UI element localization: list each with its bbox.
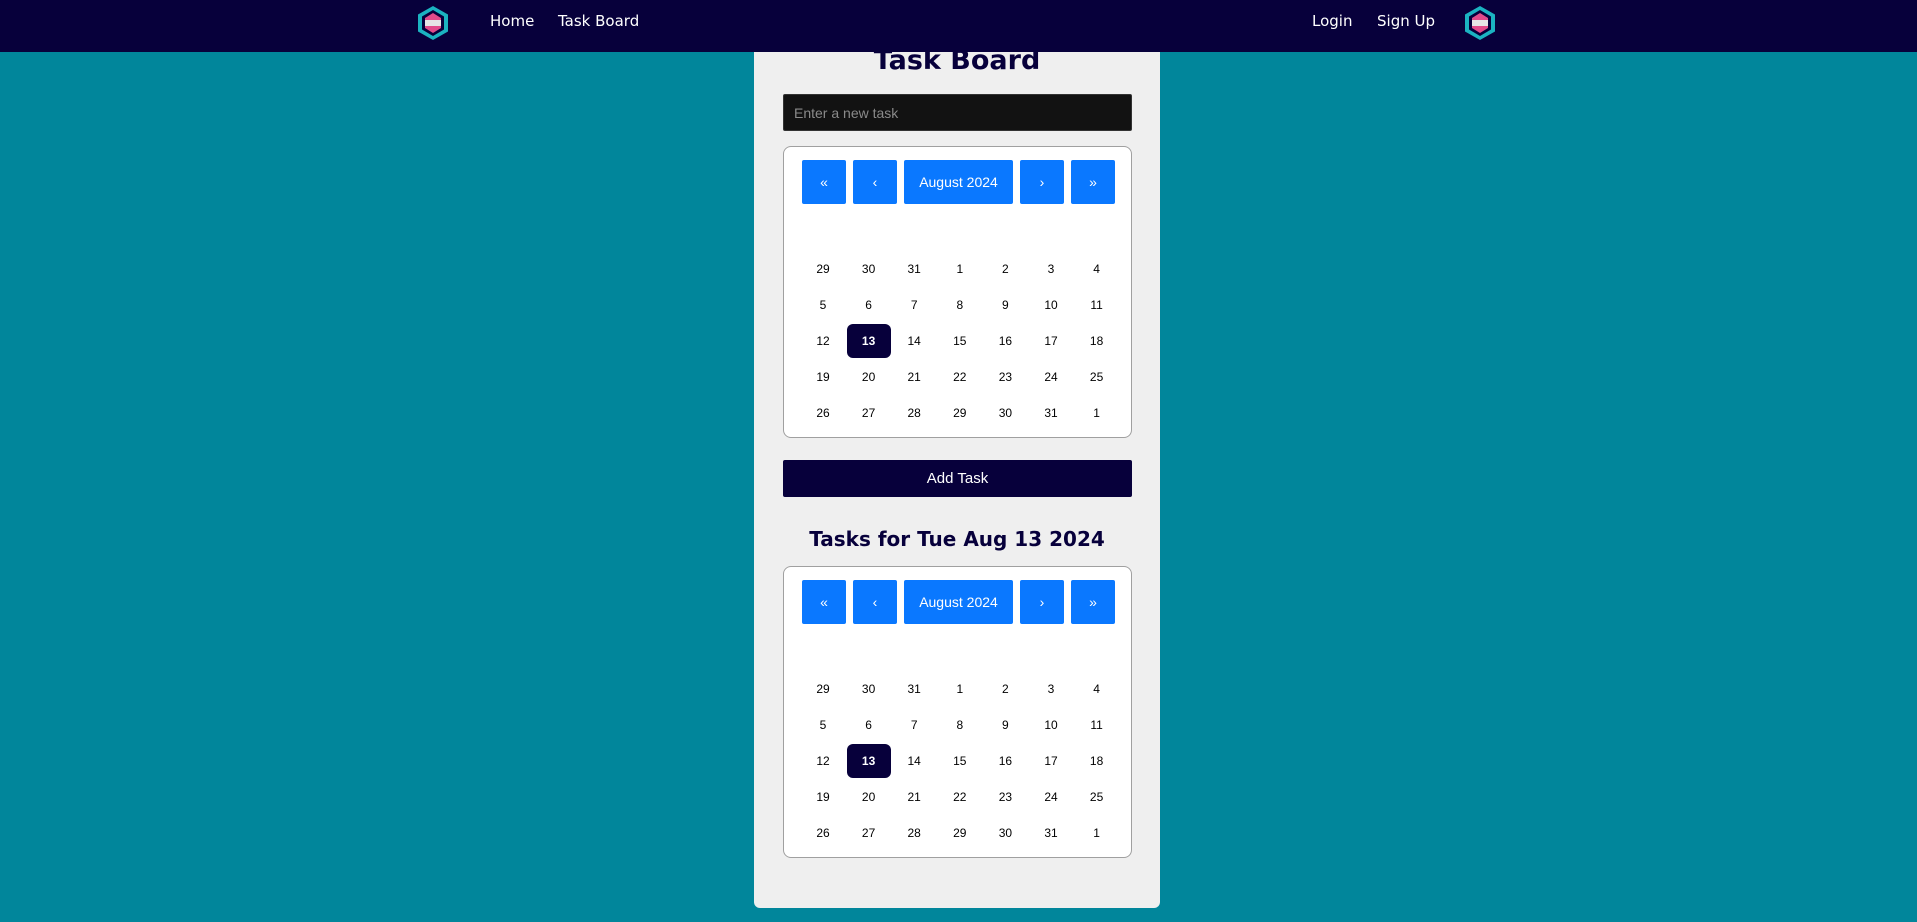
calendar-day[interactable]: 30 xyxy=(983,816,1027,850)
date-picker-calendar: « ‹ August 2024 › » 29 30 31 1 2 3 4 5 6 7 8 9 10 11 1… xyxy=(783,146,1132,438)
calendar-last-button[interactable]: » xyxy=(1071,580,1115,624)
calendar-day[interactable]: 15 xyxy=(938,744,982,778)
calendar-day[interactable]: 28 xyxy=(892,816,936,850)
calendar-day[interactable]: 25 xyxy=(1075,360,1119,394)
calendar-prev-button[interactable]: ‹ xyxy=(853,580,897,624)
calendar-day[interactable]: 17 xyxy=(1029,744,1073,778)
calendar-day[interactable]: 9 xyxy=(983,288,1027,322)
calendar-day[interactable]: 29 xyxy=(938,396,982,430)
calendar-day[interactable]: 19 xyxy=(801,360,845,394)
calendar-day[interactable]: 31 xyxy=(892,252,936,286)
calendar-day[interactable]: 27 xyxy=(847,816,891,850)
calendar-day[interactable]: 21 xyxy=(892,360,936,394)
calendar-day[interactable]: 22 xyxy=(938,360,982,394)
calendar-day[interactable]: 29 xyxy=(938,816,982,850)
logo-icon[interactable] xyxy=(1464,5,1496,41)
calendar-day[interactable]: 29 xyxy=(801,252,845,286)
calendar-month-label-button[interactable]: August 2024 xyxy=(904,580,1013,624)
calendar-day-selected[interactable]: 13 xyxy=(846,324,891,358)
calendar-day[interactable]: 4 xyxy=(1075,672,1119,706)
calendar-day[interactable]: 24 xyxy=(1029,780,1073,814)
calendar-day[interactable]: 31 xyxy=(1029,816,1073,850)
calendar-day[interactable]: 6 xyxy=(847,288,891,322)
calendar-day[interactable]: 2 xyxy=(983,672,1027,706)
calendar-day[interactable]: 9 xyxy=(983,708,1027,742)
calendar-day[interactable]: 12 xyxy=(801,744,845,778)
nav-task-board-link[interactable]: Task Board xyxy=(558,12,639,30)
task-board-panel: Task Board « ‹ August 2024 › » 293031123… xyxy=(754,40,1160,908)
navbar: Home Task Board Login Sign Up xyxy=(0,0,1917,52)
calendar-day[interactable]: 14 xyxy=(892,324,936,358)
calendar-day[interactable]: 17 xyxy=(1029,324,1073,358)
calendar-day[interactable]: 8 xyxy=(938,288,982,322)
calendar-day[interactable]: 5 xyxy=(801,708,845,742)
logo-icon[interactable] xyxy=(417,5,449,41)
calendar-day[interactable]: 18 xyxy=(1075,744,1119,778)
calendar-day[interactable]: 1 xyxy=(938,252,982,286)
calendar-day-selected[interactable]: 13 xyxy=(846,744,891,778)
calendar-next-button[interactable]: › xyxy=(1020,580,1064,624)
calendar-day[interactable]: 29 xyxy=(801,672,845,706)
calendar-day[interactable]: 11 xyxy=(1075,708,1119,742)
calendar-day[interactable]: 21 xyxy=(892,780,936,814)
calendar-day[interactable]: 28 xyxy=(892,396,936,430)
calendar-day[interactable]: 23 xyxy=(983,360,1027,394)
calendar-day[interactable]: 4 xyxy=(1075,252,1119,286)
calendar-next-button[interactable]: › xyxy=(1020,160,1064,204)
calendar-day[interactable]: 26 xyxy=(801,396,845,430)
calendar-day[interactable]: 2 xyxy=(983,252,1027,286)
calendar-day[interactable]: 10 xyxy=(1029,288,1073,322)
calendar-day[interactable]: 26 xyxy=(801,816,845,850)
calendar-day[interactable]: 8 xyxy=(938,708,982,742)
calendar-day[interactable]: 27 xyxy=(847,396,891,430)
calendar-day[interactable]: 18 xyxy=(1075,324,1119,358)
calendar-day[interactable]: 16 xyxy=(983,324,1027,358)
calendar-day[interactable]: 30 xyxy=(847,252,891,286)
calendar-day[interactable]: 7 xyxy=(892,288,936,322)
calendar-day[interactable]: 12 xyxy=(801,324,845,358)
new-task-input[interactable] xyxy=(783,94,1132,131)
calendar-day[interactable]: 31 xyxy=(1029,396,1073,430)
calendar-day[interactable]: 30 xyxy=(847,672,891,706)
calendar-day[interactable]: 19 xyxy=(801,780,845,814)
calendar-day[interactable]: 22 xyxy=(938,780,982,814)
calendar-day[interactable]: 31 xyxy=(892,672,936,706)
calendar-day[interactable]: 25 xyxy=(1075,780,1119,814)
nav-sign-up-link[interactable]: Sign Up xyxy=(1377,12,1435,30)
add-task-button[interactable]: Add Task xyxy=(783,460,1132,497)
calendar-day[interactable]: 24 xyxy=(1029,360,1073,394)
calendar-first-button[interactable]: « xyxy=(802,160,846,204)
calendar-day[interactable]: 1 xyxy=(1075,816,1119,850)
calendar-day[interactable]: 11 xyxy=(1075,288,1119,322)
calendar-prev-button[interactable]: ‹ xyxy=(853,160,897,204)
calendar-day[interactable]: 23 xyxy=(983,780,1027,814)
calendar-day[interactable]: 16 xyxy=(983,744,1027,778)
calendar-day[interactable]: 20 xyxy=(847,780,891,814)
calendar-day[interactable]: 14 xyxy=(892,744,936,778)
nav-home-link[interactable]: Home xyxy=(490,12,534,30)
calendar-day[interactable]: 6 xyxy=(847,708,891,742)
calendar-day[interactable]: 7 xyxy=(892,708,936,742)
calendar-day[interactable]: 3 xyxy=(1029,252,1073,286)
calendar-day[interactable]: 1 xyxy=(1075,396,1119,430)
calendar-day[interactable]: 20 xyxy=(847,360,891,394)
calendar-day[interactable]: 15 xyxy=(938,324,982,358)
nav-login-link[interactable]: Login xyxy=(1312,12,1352,30)
calendar-day[interactable]: 1 xyxy=(938,672,982,706)
calendar-month-label-button[interactable]: August 2024 xyxy=(904,160,1013,204)
calendar-day[interactable]: 30 xyxy=(983,396,1027,430)
calendar-day[interactable]: 5 xyxy=(801,288,845,322)
calendar-first-button[interactable]: « xyxy=(802,580,846,624)
calendar-day[interactable]: 10 xyxy=(1029,708,1073,742)
tasks-heading: Tasks for Tue Aug 13 2024 xyxy=(809,527,1105,551)
calendar-day[interactable]: 3 xyxy=(1029,672,1073,706)
tasks-calendar: « ‹ August 2024 › » 29 30 31 1 2 3 4 5 6 7 8 9 10 11 1… xyxy=(783,566,1132,858)
calendar-last-button[interactable]: » xyxy=(1071,160,1115,204)
